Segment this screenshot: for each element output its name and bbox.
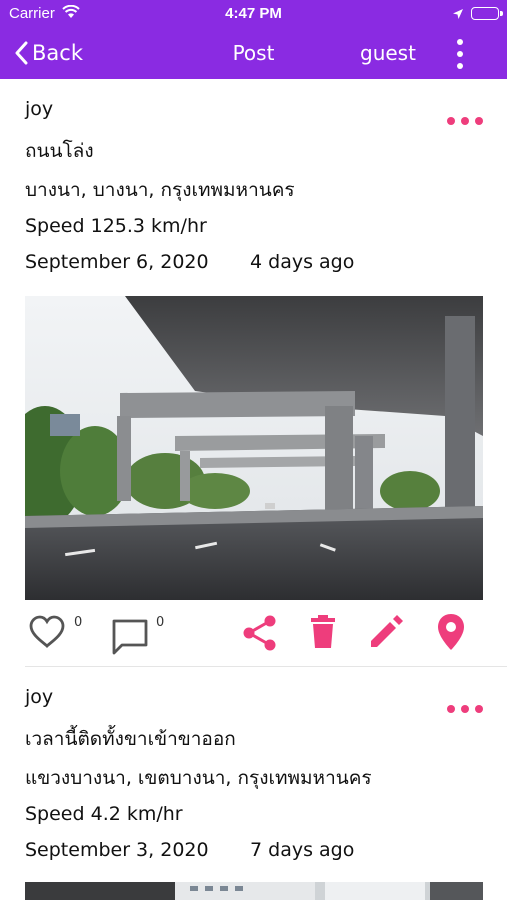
- post-speed: Speed 125.3 km/hr: [25, 215, 207, 237]
- post-card: joy เวลานี้ติดทั้งขาเข้าขาออก แขวงบางนา,…: [0, 667, 507, 900]
- more-horizontal-icon[interactable]: [447, 117, 483, 125]
- post-author[interactable]: joy: [25, 98, 53, 120]
- more-vertical-icon[interactable]: [450, 37, 470, 71]
- more-horizontal-icon[interactable]: [447, 705, 483, 713]
- heart-icon[interactable]: [28, 615, 66, 653]
- post-location: บางนา, บางนา, กรุงเทพมหานคร: [25, 179, 295, 201]
- post-speed: Speed 4.2 km/hr: [25, 803, 183, 825]
- post-actions: 0 0: [0, 609, 507, 657]
- user-name[interactable]: guest: [360, 41, 416, 65]
- post-title: ถนนโล่ง: [25, 140, 94, 162]
- post-date: September 3, 2020: [25, 839, 209, 861]
- post-time-ago: 4 days ago: [250, 251, 355, 273]
- post-photo[interactable]: [25, 882, 483, 900]
- edit-icon[interactable]: [368, 614, 404, 654]
- like-count: 0: [74, 615, 83, 630]
- post-date: September 6, 2020: [25, 251, 209, 273]
- comment-icon[interactable]: [110, 617, 150, 659]
- post-author[interactable]: joy: [25, 686, 53, 708]
- location-arrow-icon: [452, 6, 464, 24]
- battery-icon: [471, 7, 503, 20]
- post-title: เวลานี้ติดทั้งขาเข้าขาออก: [25, 728, 236, 750]
- trash-icon[interactable]: [308, 614, 338, 654]
- post-photo[interactable]: [25, 296, 483, 600]
- post-location: แขวงบางนา, เขตบางนา, กรุงเทพมหานคร: [25, 767, 372, 789]
- share-icon[interactable]: [242, 615, 278, 655]
- page-title: Post: [232, 41, 275, 65]
- map-pin-icon[interactable]: [436, 612, 466, 656]
- clock: 4:47 PM: [225, 5, 282, 22]
- comment-count: 0: [156, 615, 165, 630]
- post-time-ago: 7 days ago: [250, 839, 355, 861]
- nav-bar: Back Post guest: [0, 28, 507, 79]
- status-bar: Carrier 4:47 PM: [0, 0, 507, 28]
- post-card: joy ถนนโล่ง บางนา, บางนา, กรุงเทพมหานคร …: [0, 79, 507, 665]
